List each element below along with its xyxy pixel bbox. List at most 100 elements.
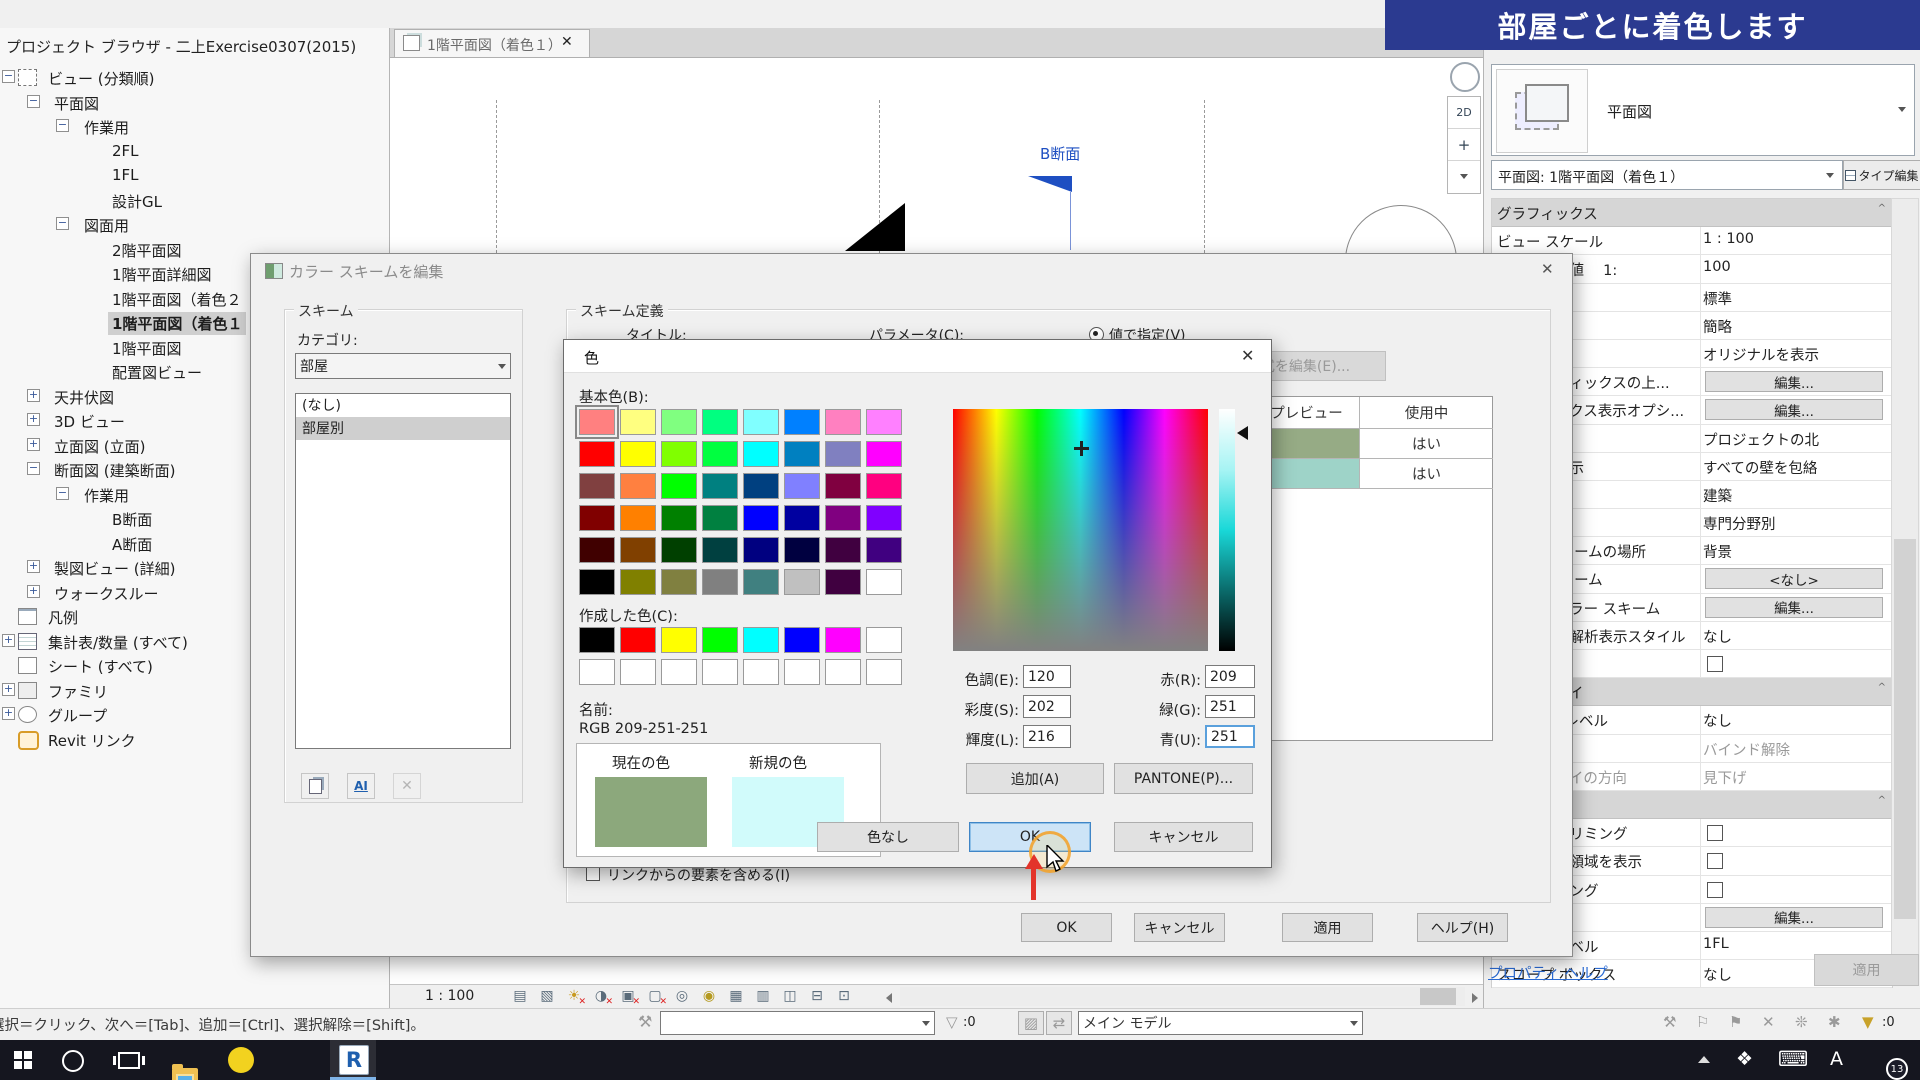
scrollbar-thumb[interactable] (1420, 988, 1456, 1005)
tree-item[interactable]: 2FL (0, 139, 390, 164)
rename-scheme-button[interactable]: AI (347, 773, 375, 799)
steering-wheel-icon[interactable] (1450, 62, 1480, 92)
basic-color-swatch[interactable] (579, 473, 615, 499)
basic-color-swatch[interactable] (702, 505, 738, 531)
custom-color-swatch[interactable] (784, 659, 820, 685)
design-option-dropdown[interactable]: メイン モデル (1078, 1011, 1363, 1035)
basic-color-swatch[interactable] (620, 441, 656, 467)
basic-color-swatch[interactable] (784, 505, 820, 531)
tree-expander-icon[interactable]: + (2, 634, 15, 647)
selection-filter-icon[interactable]: ▼ (1862, 1013, 1874, 1031)
section-label[interactable]: B断面 (1040, 143, 1080, 164)
color-dialog-titlebar[interactable]: 色 ✕ (564, 340, 1271, 373)
saturation-input[interactable]: 202 (1023, 695, 1071, 718)
basic-color-swatch[interactable] (825, 473, 861, 499)
temporary-hide-icon[interactable]: ◎ (670, 988, 694, 1007)
basic-color-swatch[interactable] (661, 537, 697, 563)
basic-color-swatch[interactable] (743, 569, 779, 595)
tree-expander-icon[interactable]: + (2, 683, 15, 696)
basic-color-swatch[interactable] (661, 569, 697, 595)
blue-input[interactable]: 251 (1205, 725, 1255, 748)
tree-expander-icon[interactable]: + (27, 389, 40, 402)
property-value[interactable]: 背景 (1703, 541, 1732, 562)
custom-color-swatch[interactable] (866, 627, 902, 653)
basic-color-swatch[interactable] (579, 505, 615, 531)
property-value[interactable]: バインド解除 (1703, 739, 1790, 760)
scheme-apply-button[interactable]: 適用 (1282, 913, 1373, 942)
tray-expand-icon[interactable] (1698, 1056, 1710, 1063)
basic-color-swatch[interactable] (825, 409, 861, 435)
property-value[interactable]: 専門分野別 (1703, 513, 1776, 534)
basic-color-swatch[interactable] (579, 409, 615, 435)
basic-color-swatch[interactable] (784, 473, 820, 499)
basic-color-swatch[interactable] (702, 537, 738, 563)
ime-indicator[interactable]: A (1830, 1048, 1843, 1070)
apply-button[interactable]: 適用 (1814, 954, 1919, 986)
color-gradient-field[interactable] (953, 409, 1208, 651)
property-value[interactable]: 1FL (1703, 936, 1729, 952)
type-selector[interactable]: 平面図 (1491, 64, 1915, 156)
basic-color-swatch[interactable] (579, 537, 615, 563)
touch-keyboard-icon[interactable]: ⌨ (1778, 1047, 1808, 1071)
type-dropdown-icon[interactable] (1898, 107, 1906, 112)
tree-expander-icon[interactable]: + (27, 585, 40, 598)
tree-expander-icon[interactable]: + (2, 707, 15, 720)
property-edit-button[interactable]: 編集... (1705, 907, 1883, 928)
color-cancel-button[interactable]: キャンセル (1114, 822, 1253, 852)
basic-color-swatch[interactable] (743, 505, 779, 531)
basic-color-swatch[interactable] (620, 409, 656, 435)
basic-color-swatch[interactable] (702, 473, 738, 499)
settings-icon[interactable]: ✱ (1828, 1013, 1841, 1031)
worksets-icon[interactable]: ⚒ (1663, 1013, 1676, 1031)
basic-color-swatch[interactable] (661, 505, 697, 531)
basic-color-swatch[interactable] (825, 537, 861, 563)
tree-item[interactable]: −平面図 (0, 90, 390, 115)
analytical-model-icon[interactable]: ◫ (778, 988, 802, 1007)
worksharing-display-icon[interactable]: ▦ (724, 988, 748, 1007)
zoom-2d-button[interactable]: 2D (1448, 97, 1480, 129)
luminosity-input[interactable]: 216 (1023, 725, 1071, 748)
dialog-close-icon[interactable]: ✕ (1541, 260, 1554, 278)
crop-view-icon[interactable]: ▣✕ (616, 988, 640, 1007)
basic-color-swatch[interactable] (866, 473, 902, 499)
collapse-icon[interactable]: ^ (1878, 682, 1886, 693)
basic-color-swatch[interactable] (784, 537, 820, 563)
basic-color-swatch[interactable] (620, 569, 656, 595)
instance-selector[interactable]: 平面図: 1階平面図（着色１） (1491, 160, 1843, 190)
tree-item[interactable]: −作業用 (0, 114, 390, 139)
tree-expander-icon[interactable]: − (2, 70, 15, 83)
properties-help-link[interactable]: プロパティ ヘルプ (1488, 962, 1608, 983)
view-scale[interactable]: 1 : 100 (425, 988, 474, 1004)
include-linked-checkbox[interactable] (586, 867, 600, 881)
elevation-marker-icon[interactable] (845, 203, 905, 251)
property-value[interactable]: すべての壁を包絡 (1703, 457, 1817, 478)
basic-color-swatch[interactable] (661, 473, 697, 499)
delete-scheme-button[interactable]: ✕ (393, 773, 421, 799)
scrollbar-thumb[interactable] (1894, 539, 1916, 919)
basic-color-swatch[interactable] (702, 441, 738, 467)
nav-options-button[interactable] (1448, 161, 1480, 192)
property-value[interactable]: なし (1703, 964, 1732, 985)
basic-color-swatch[interactable] (702, 569, 738, 595)
basic-color-swatch[interactable] (743, 441, 779, 467)
basic-color-swatch[interactable] (866, 569, 902, 595)
no-color-button[interactable]: 色なし (817, 822, 959, 852)
view-tab[interactable]: 1階平面図（着色１） ✕ (394, 29, 590, 57)
basic-color-swatch[interactable] (866, 505, 902, 531)
scheme-list-item[interactable]: (なし) (296, 394, 510, 417)
custom-color-swatch[interactable] (620, 659, 656, 685)
start-button-icon[interactable] (14, 1051, 32, 1069)
basic-color-swatch[interactable] (661, 409, 697, 435)
property-row[interactable]: ビュー スケール1 : 100 (1492, 227, 1892, 255)
scheme-ok-button[interactable]: OK (1021, 913, 1112, 942)
properties-scrollbar[interactable] (1891, 198, 1919, 960)
property-value[interactable]: なし (1703, 626, 1732, 647)
editable-only-icon[interactable]: ⚐ (1696, 1013, 1709, 1031)
property-value[interactable]: プロジェクトの北 (1703, 429, 1819, 450)
hue-input[interactable]: 120 (1023, 665, 1071, 688)
scheme-help-button[interactable]: ヘルプ(H) (1417, 913, 1508, 942)
tree-item[interactable]: 設計GL (0, 188, 390, 213)
scroll-right-icon[interactable] (1472, 993, 1478, 1003)
relinquish-button[interactable]: ⇄ (1046, 1011, 1072, 1035)
custom-color-swatch[interactable] (743, 627, 779, 653)
